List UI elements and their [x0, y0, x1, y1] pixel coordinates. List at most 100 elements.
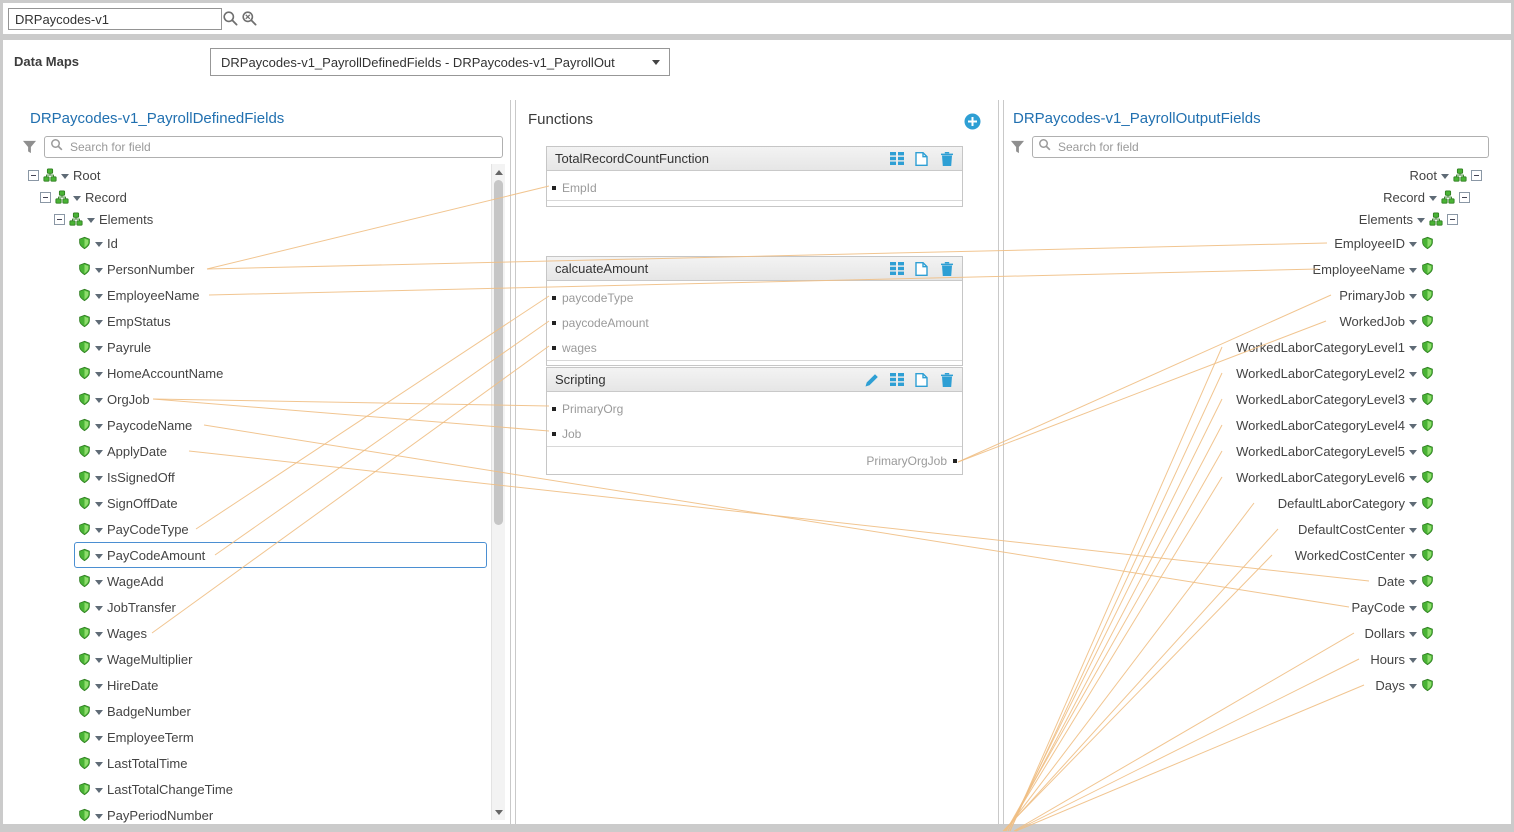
tree-item[interactable]: Root — [1013, 164, 1506, 186]
filter-icon[interactable] — [22, 140, 37, 154]
tree-item[interactable]: PaycodeName — [10, 412, 491, 438]
chevron-down-icon[interactable] — [95, 294, 103, 299]
tree-item[interactable]: EmpStatus — [10, 308, 491, 334]
output-field-search-input[interactable] — [1056, 139, 1483, 155]
delete-icon[interactable] — [939, 151, 954, 166]
chevron-down-icon[interactable] — [95, 502, 103, 507]
chevron-down-icon[interactable] — [95, 450, 103, 455]
connector-dot[interactable] — [552, 346, 556, 350]
mapping-grid-icon[interactable] — [889, 151, 904, 166]
chevron-down-icon[interactable] — [95, 788, 103, 793]
tree-item[interactable]: Dollars — [1013, 620, 1506, 646]
chevron-down-icon[interactable] — [95, 658, 103, 663]
tree-item[interactable]: EmployeeName — [10, 282, 491, 308]
chevron-down-icon[interactable] — [95, 554, 103, 559]
collapse-icon[interactable] — [54, 214, 65, 225]
chevron-down-icon[interactable] — [73, 196, 81, 201]
chevron-down-icon[interactable] — [1409, 346, 1417, 351]
chevron-down-icon[interactable] — [95, 606, 103, 611]
chevron-down-icon[interactable] — [1409, 476, 1417, 481]
chevron-down-icon[interactable] — [95, 268, 103, 273]
tree-item[interactable]: PayCode — [1013, 594, 1506, 620]
tree-item[interactable]: ApplyDate — [10, 438, 491, 464]
clear-search-icon[interactable] — [240, 9, 257, 26]
function-card[interactable]: Scripting PrimaryOrg Job PrimaryOrgJob — [546, 367, 963, 475]
tree-item[interactable]: WageMultiplier — [10, 646, 491, 672]
add-function-button[interactable] — [964, 113, 981, 130]
chevron-down-icon[interactable] — [1409, 684, 1417, 689]
collapse-icon[interactable] — [40, 192, 51, 203]
delete-icon[interactable] — [939, 372, 954, 387]
chevron-down-icon[interactable] — [95, 476, 103, 481]
source-field-search-input[interactable] — [68, 139, 497, 155]
scrollbar-thumb[interactable] — [494, 180, 503, 525]
chevron-down-icon[interactable] — [95, 710, 103, 715]
copy-icon[interactable] — [914, 372, 929, 387]
chevron-down-icon[interactable] — [95, 346, 103, 351]
tree-item[interactable]: WorkedLaborCategoryLevel2 — [1013, 360, 1506, 386]
tree-item[interactable]: Date — [1013, 568, 1506, 594]
chevron-down-icon[interactable] — [95, 762, 103, 767]
tree-item[interactable]: HireDate — [10, 672, 491, 698]
chevron-down-icon[interactable] — [95, 814, 103, 819]
chevron-down-icon[interactable] — [1409, 554, 1417, 559]
function-input[interactable]: paycodeAmount — [547, 310, 962, 335]
tree-item[interactable]: PayCodeType — [10, 516, 491, 542]
function-output[interactable]: PrimaryOrgJob — [547, 447, 962, 475]
chevron-down-icon[interactable] — [1409, 606, 1417, 611]
tree-item[interactable]: EmployeeID — [1013, 230, 1506, 256]
collapse-icon[interactable] — [1447, 214, 1458, 225]
chevron-down-icon[interactable] — [95, 684, 103, 689]
chevron-down-icon[interactable] — [95, 632, 103, 637]
tree-item[interactable]: Wages — [10, 620, 491, 646]
tree-item[interactable]: WorkedLaborCategoryLevel6 — [1013, 464, 1506, 490]
tree-item[interactable]: Record — [1013, 186, 1506, 208]
chevron-down-icon[interactable] — [1409, 372, 1417, 377]
tree-item[interactable]: JobTransfer — [10, 594, 491, 620]
connector-dot[interactable] — [552, 432, 556, 436]
tree-item[interactable]: PrimaryJob — [1013, 282, 1506, 308]
tree-item[interactable]: LastTotalChangeTime — [10, 776, 491, 802]
delete-icon[interactable] — [939, 261, 954, 276]
tree-item[interactable]: DefaultLaborCategory — [1013, 490, 1506, 516]
chevron-down-icon[interactable] — [1409, 268, 1417, 273]
connector-dot[interactable] — [953, 459, 957, 463]
function-card[interactable]: calcuateAmount paycodeType paycodeAmount… — [546, 256, 963, 366]
tree-item[interactable]: EmployeeName — [1013, 256, 1506, 282]
connector-dot[interactable] — [552, 321, 556, 325]
data-map-select[interactable]: DRPaycodes-v1_PayrollDefinedFields - DRP… — [210, 48, 670, 76]
scroll-up-button[interactable] — [492, 166, 505, 178]
chevron-down-icon[interactable] — [1409, 658, 1417, 663]
tree-item[interactable]: Root — [10, 164, 491, 186]
source-tree-scrollbar[interactable] — [491, 164, 505, 820]
function-input[interactable]: wages — [547, 335, 962, 360]
chevron-down-icon[interactable] — [1417, 218, 1425, 223]
chevron-down-icon[interactable] — [1409, 632, 1417, 637]
chevron-down-icon[interactable] — [1409, 424, 1417, 429]
chevron-down-icon[interactable] — [61, 174, 69, 179]
edit-icon[interactable] — [864, 372, 879, 387]
chevron-down-icon[interactable] — [1409, 580, 1417, 585]
tree-item[interactable]: Elements — [1013, 208, 1506, 230]
tree-item[interactable]: HomeAccountName — [10, 360, 491, 386]
tree-item[interactable]: WorkedLaborCategoryLevel4 — [1013, 412, 1506, 438]
copy-icon[interactable] — [914, 261, 929, 276]
tree-item[interactable]: WorkedCostCenter — [1013, 542, 1506, 568]
chevron-down-icon[interactable] — [1409, 450, 1417, 455]
chevron-down-icon[interactable] — [1409, 294, 1417, 299]
chevron-down-icon[interactable] — [95, 736, 103, 741]
tree-item[interactable]: EmployeeTerm — [10, 724, 491, 750]
copy-icon[interactable] — [914, 151, 929, 166]
filter-icon[interactable] — [1010, 140, 1025, 154]
collapse-icon[interactable] — [1459, 192, 1470, 203]
tree-item[interactable]: Payrule — [10, 334, 491, 360]
tree-item[interactable]: WorkedLaborCategoryLevel5 — [1013, 438, 1506, 464]
tree-item[interactable]: Days — [1013, 672, 1506, 698]
search-icon[interactable] — [221, 9, 238, 26]
mapping-grid-icon[interactable] — [889, 261, 904, 276]
tree-item[interactable]: IsSignedOff — [10, 464, 491, 490]
chevron-down-icon[interactable] — [95, 398, 103, 403]
tree-item[interactable]: WorkedLaborCategoryLevel1 — [1013, 334, 1506, 360]
chevron-down-icon[interactable] — [1409, 502, 1417, 507]
tree-item[interactable]: PersonNumber — [10, 256, 491, 282]
